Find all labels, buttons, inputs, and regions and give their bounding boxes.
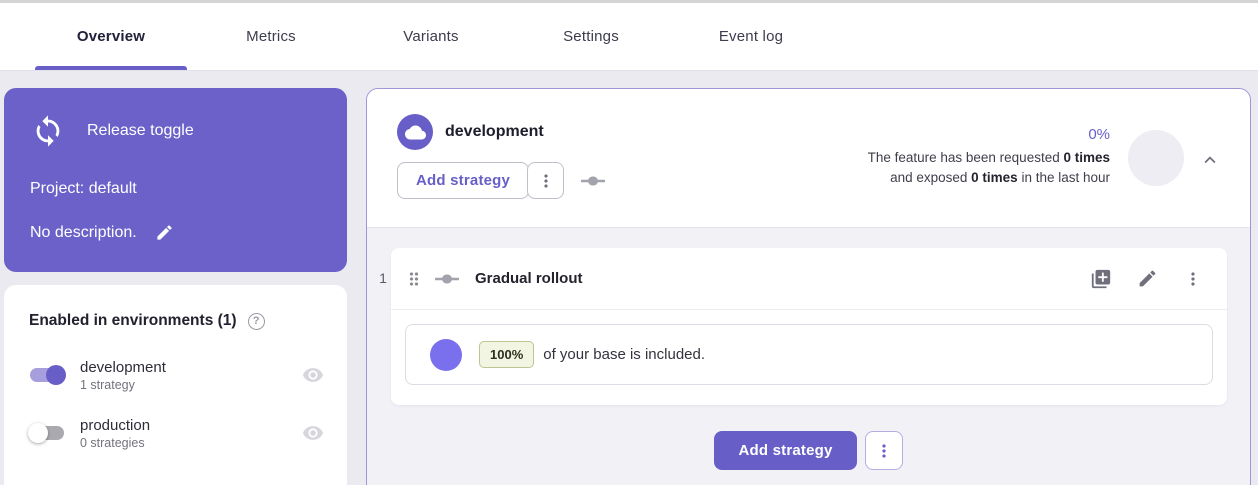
feature-toggle-page: Overview Metrics Variants Settings Event… [0, 0, 1258, 485]
environment-name: development [80, 359, 166, 376]
loop-icon [30, 113, 66, 149]
release-toggle-card: Release toggle Project: default No descr… [4, 88, 347, 272]
add-strategy-button-header[interactable]: Add strategy [397, 162, 529, 199]
strategies-footer: Add strategy [367, 431, 1250, 470]
edit-strategy-icon[interactable] [1137, 268, 1158, 289]
collapse-environment-button[interactable] [1194, 144, 1226, 176]
environments-card: Enabled in environments (1) ? developmen… [4, 285, 347, 485]
tab-settings[interactable]: Settings [511, 3, 671, 70]
tab-metrics[interactable]: Metrics [191, 3, 351, 70]
rollout-percent-badge: 100% [479, 341, 534, 368]
segment-icon [581, 175, 605, 187]
metrics-percent: 0% [868, 126, 1110, 143]
metrics-line-1: The feature has been requested 0 times [868, 148, 1110, 168]
drag-indicator-icon[interactable] [404, 269, 424, 289]
cloud-icon [397, 114, 433, 150]
environment-name: production [80, 417, 150, 434]
rollout-circle [430, 339, 462, 371]
environment-row-development: development 1 strategy [4, 351, 347, 399]
copy-strategy-icon[interactable] [1090, 268, 1112, 290]
tab-overview[interactable]: Overview [31, 3, 191, 70]
tab-event-log[interactable]: Event log [671, 3, 831, 70]
description-label: No description. [30, 224, 137, 242]
project-label: Project: default [30, 180, 137, 198]
environment-row-production: production 0 strategies [4, 409, 347, 457]
metrics-line-2: and exposed 0 times in the last hour [868, 168, 1110, 188]
feature-tabbar: Overview Metrics Variants Settings Event… [0, 3, 1258, 70]
toggle-type-label: Release toggle [87, 122, 194, 140]
strategy-card-body: 100% of your base is included. [391, 310, 1227, 399]
environment-panel: development Add strategy 0% The feature … [366, 88, 1251, 485]
strategy-index: 1 [376, 270, 390, 286]
metrics-donut-chart [1128, 130, 1184, 186]
development-toggle[interactable] [30, 365, 64, 385]
environment-strategy-count: 1 strategy [80, 378, 166, 392]
eye-icon[interactable] [302, 422, 324, 444]
environments-title: Enabled in environments (1) [29, 312, 237, 330]
rollout-description: of your base is included. [543, 346, 705, 363]
tab-variants[interactable]: Variants [351, 3, 511, 70]
edit-description-icon[interactable] [155, 223, 174, 242]
rollout-summary-box: 100% of your base is included. [405, 324, 1213, 385]
strategy-card-header: Gradual rollout [391, 248, 1227, 310]
strategy-name: Gradual rollout [475, 270, 583, 287]
environment-panel-title: development [445, 123, 544, 141]
metrics-summary: 0% The feature has been requested 0 time… [868, 126, 1110, 188]
strategies-section: 1 Gradual rollout [367, 228, 1250, 485]
environment-strategy-count: 0 strategies [80, 436, 150, 450]
add-strategy-button-footer[interactable]: Add strategy [714, 431, 856, 470]
environment-panel-header: development Add strategy 0% The feature … [367, 89, 1250, 228]
help-icon[interactable]: ? [248, 313, 265, 330]
environment-more-button[interactable] [527, 162, 564, 199]
strategy-more-icon[interactable] [1183, 269, 1203, 289]
release-card-header: Release toggle [30, 113, 194, 149]
segment-icon [435, 273, 459, 285]
production-toggle[interactable] [30, 423, 64, 443]
eye-icon[interactable] [302, 364, 324, 386]
strategy-card: Gradual rollout [391, 248, 1227, 405]
add-strategy-more-button[interactable] [865, 431, 903, 470]
